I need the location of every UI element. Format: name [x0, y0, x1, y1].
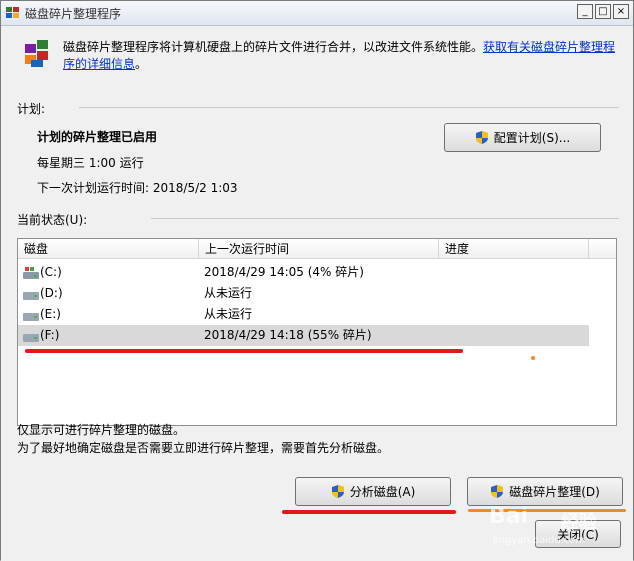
- defrag-app-icon: [6, 7, 19, 18]
- intro-text: 磁盘碎片整理程序将计算机硬盘上的碎片文件进行合并，以改进文件系统性能。获取有关磁…: [63, 39, 623, 73]
- schedule-label: 计划:: [17, 102, 46, 116]
- note-line-1: 仅显示可进行碎片整理的磁盘。: [17, 423, 186, 437]
- disk-name: (F:): [40, 328, 60, 342]
- disk-last-run: 从未运行: [204, 286, 253, 300]
- defragment-disk-button[interactable]: 磁盘碎片整理(D): [467, 477, 623, 506]
- column-header-last-run[interactable]: 上一次运行时间: [199, 239, 439, 259]
- intro-tail: 。: [135, 57, 148, 71]
- hard-drive-icon: [23, 292, 39, 300]
- annotation-underline-red: [25, 349, 463, 353]
- watermark-url: jingyan.baidu.com: [493, 535, 586, 546]
- configure-schedule-button[interactable]: 配置计划(S)...: [444, 123, 601, 152]
- defrag-window: 磁盘碎片整理程序 _ □ × 磁盘碎片整理程序将计算机硬盘上的碎片文件进行合并，…: [0, 0, 634, 561]
- disk-last-run: 从未运行: [204, 307, 253, 321]
- defragment-disk-label: 磁盘碎片整理(D): [509, 485, 600, 499]
- column-header-progress[interactable]: 进度: [439, 239, 589, 259]
- disk-list[interactable]: 磁盘 上一次运行时间 进度 (C:) 2018/4/29 14:05 (4% 碎…: [17, 238, 617, 426]
- disk-last-run: 2018/4/29 14:18 (55% 碎片): [204, 328, 372, 342]
- watermark-brand: Bai: [489, 504, 529, 529]
- uac-shield-icon: [491, 485, 504, 498]
- column-header-filler: [589, 239, 616, 259]
- title-bar[interactable]: 磁盘碎片整理程序 _ □ ×: [1, 1, 633, 26]
- defrag-large-icon: [25, 40, 48, 67]
- hard-drive-icon: [23, 334, 39, 342]
- schedule-frequency: 每星期三 1:00 运行: [37, 156, 144, 170]
- disk-last-run: 2018/4/29 14:05 (4% 碎片): [204, 265, 364, 279]
- schedule-divider: [79, 107, 619, 108]
- intro-description: 磁盘碎片整理程序将计算机硬盘上的碎片文件进行合并，以改进文件系统性能。: [63, 40, 484, 54]
- maximize-icon: □: [598, 6, 608, 17]
- column-header-disk[interactable]: 磁盘: [18, 239, 199, 259]
- disk-name: (C:): [40, 265, 62, 279]
- close-window-button[interactable]: ×: [613, 4, 629, 19]
- disk-row-d[interactable]: (D:) 从未运行: [18, 283, 589, 304]
- annotation-underline-analyze: [282, 510, 456, 514]
- disk-row-e[interactable]: (E:) 从未运行: [18, 304, 589, 325]
- configure-schedule-label: 配置计划(S)...: [493, 131, 571, 145]
- annotation-dot-orange: [531, 356, 535, 360]
- status-divider: [151, 218, 619, 219]
- watermark-brand-2: 经验: [561, 512, 597, 533]
- minimize-icon: _: [582, 6, 588, 17]
- window-title: 磁盘碎片整理程序: [25, 7, 122, 21]
- system-drive-icon: [23, 267, 39, 279]
- disk-name: (E:): [40, 307, 61, 321]
- disk-row-f[interactable]: (F:) 2018/4/29 14:18 (55% 碎片): [18, 325, 589, 346]
- disk-row-c[interactable]: (C:) 2018/4/29 14:05 (4% 碎片): [18, 262, 589, 283]
- analyze-disk-label: 分析磁盘(A): [349, 485, 416, 499]
- note-line-2: 为了最好地确定磁盘是否需要立即进行碎片整理，需要首先分析磁盘。: [17, 441, 390, 455]
- schedule-next-run: 下一次计划运行时间: 2018/5/2 1:03: [37, 181, 238, 195]
- maximize-button[interactable]: □: [595, 4, 611, 19]
- hard-drive-icon: [23, 313, 39, 321]
- close-icon: ×: [616, 6, 626, 17]
- uac-shield-icon: [331, 485, 344, 498]
- disk-name: (D:): [40, 286, 63, 300]
- main-content: 磁盘碎片整理程序将计算机硬盘上的碎片文件进行合并，以改进文件系统性能。获取有关磁…: [1, 26, 633, 561]
- schedule-status: 计划的碎片整理已启用: [37, 130, 158, 144]
- analyze-disk-button[interactable]: 分析磁盘(A): [295, 477, 451, 506]
- uac-shield-icon: [475, 131, 488, 144]
- current-status-label: 当前状态(U):: [17, 213, 88, 227]
- minimize-button[interactable]: _: [577, 4, 593, 19]
